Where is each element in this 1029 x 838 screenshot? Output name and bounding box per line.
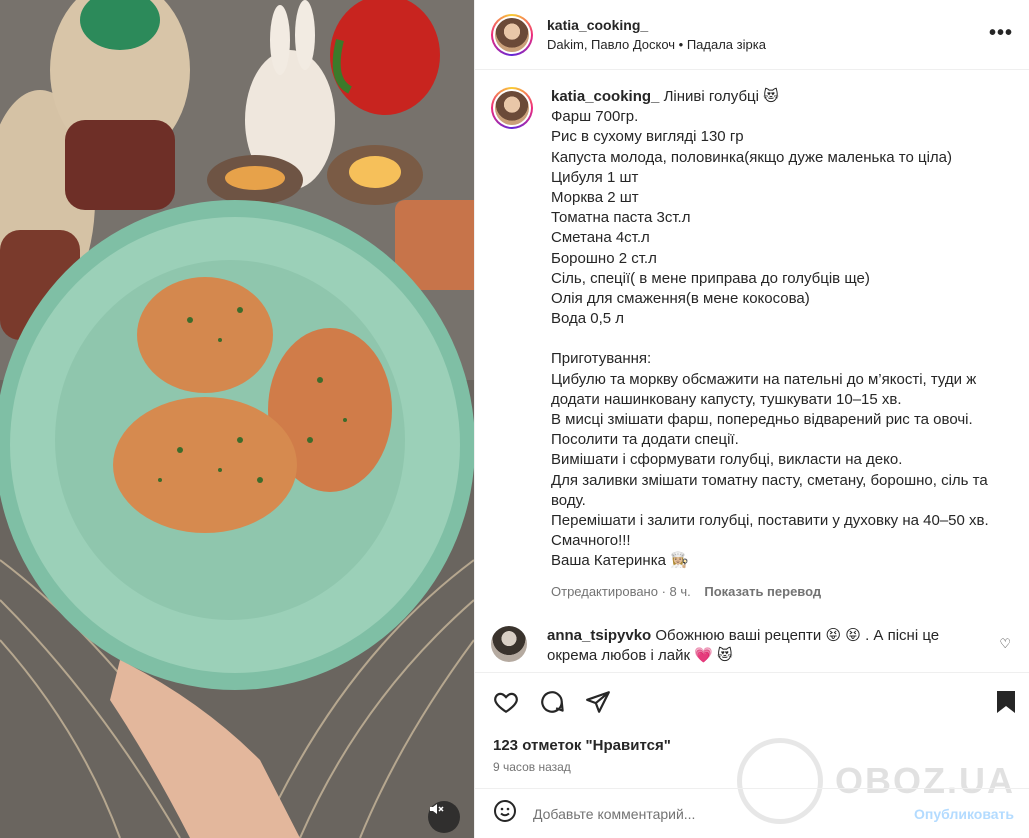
- commenter-avatar[interactable]: [491, 626, 527, 662]
- commenter-username[interactable]: anna_tsipyvko: [547, 627, 651, 644]
- save-bookmark-icon[interactable]: [994, 689, 1018, 720]
- caption-line: Морква 2 шт: [551, 189, 639, 207]
- caption-line: Олія для смаження(в мене кокосова): [551, 290, 810, 308]
- caption-line: Сметана 4ст.л: [551, 229, 650, 247]
- caption-area: katia_cooking_ Ліниві голубці 😻 Фарш 700…: [475, 71, 1029, 671]
- caption-line: Цибулю та моркву обсмажити на пательні д…: [551, 370, 981, 408]
- caption-line: Капуста молода, половинка(якщо дуже мале…: [551, 148, 953, 166]
- caption-line: Ваша Катеринка 👩🏼‍🍳: [551, 552, 689, 570]
- caption-meta: Отредактировано · 8 ч. Показать перевод: [551, 582, 1013, 602]
- caption-line: Приготування:: [551, 350, 652, 368]
- caption-line: Цибуля 1 шт: [551, 168, 639, 186]
- post-header: katia_cooking_ Dakim, Павло Доскоч • Пад…: [475, 0, 1029, 70]
- caption-title: Ліниві голубці 😻: [663, 88, 779, 105]
- caption-line: В мисці змішати фарш, попередньо відваре…: [551, 411, 977, 449]
- author-username[interactable]: katia_cooking_: [547, 17, 766, 33]
- audio-track[interactable]: Dakim, Павло Доскоч • Падала зірка: [547, 37, 766, 52]
- add-comment-bar: Добавьте комментарий... Опубликовать: [475, 788, 1029, 838]
- caption-username[interactable]: katia_cooking_: [551, 88, 659, 105]
- caption-line: Перемішати і залити голубці, поставити у…: [551, 512, 989, 530]
- publish-button[interactable]: Опубликовать: [914, 806, 1014, 822]
- caption-line: Вода 0,5 л: [551, 310, 625, 328]
- comment-input[interactable]: Добавьте комментарий...: [533, 806, 914, 822]
- post-side-panel: katia_cooking_ Dakim, Павло Доскоч • Пад…: [474, 0, 1029, 838]
- muted-speaker-icon: [430, 804, 444, 814]
- caption-line: Для заливки змішати томатну пасту, смета…: [551, 471, 992, 509]
- caption-text: katia_cooking_ Ліниві голубці 😻 Фарш 700…: [551, 87, 1013, 602]
- caption-lines: Фарш 700гр. Рис в сухому вигляді 130 гр Ка…: [551, 107, 1013, 571]
- emoji-icon[interactable]: [493, 799, 517, 828]
- show-translation-link[interactable]: Показать перевод: [704, 584, 821, 599]
- caption-line: Сіль, спеції( в мене приправа до голубці…: [551, 269, 870, 287]
- mute-button[interactable]: [428, 801, 460, 833]
- comment-item: anna_tsipyvko Обожнюю ваші рецепти 😝 😝 .…: [491, 626, 1011, 666]
- caption-line: [551, 329, 1013, 349]
- caption-line: Фарш 700гр.: [551, 108, 639, 126]
- caption-line: Рис в сухому вигляді 130 гр: [551, 128, 744, 146]
- food-photo: [0, 0, 474, 838]
- edited-label: Отредактировано · 8 ч.: [551, 583, 691, 599]
- caption-line: Томатна паста 3ст.л: [551, 209, 691, 227]
- comment-like-heart-icon[interactable]: ♡: [999, 636, 1011, 652]
- post-media[interactable]: [0, 0, 474, 838]
- post-time: 9 часов назад: [493, 760, 571, 774]
- caption-line: Вимішати і сформувати голубці, викласти …: [551, 451, 903, 469]
- caption-line: Смачного!!!: [551, 532, 631, 550]
- caption-line: Борошно 2 ст.л: [551, 249, 657, 267]
- share-paper-plane-icon[interactable]: [585, 689, 611, 720]
- caption-avatar[interactable]: [491, 87, 533, 129]
- author-avatar[interactable]: [491, 13, 533, 56]
- more-options-icon[interactable]: •••: [989, 22, 1013, 45]
- likes-count[interactable]: 123 отметок "Нравится": [493, 737, 671, 754]
- instagram-post: katia_cooking_ Dakim, Павло Доскоч • Пад…: [0, 0, 1029, 838]
- like-heart-icon[interactable]: [493, 689, 519, 720]
- comment-bubble-icon[interactable]: [539, 689, 565, 720]
